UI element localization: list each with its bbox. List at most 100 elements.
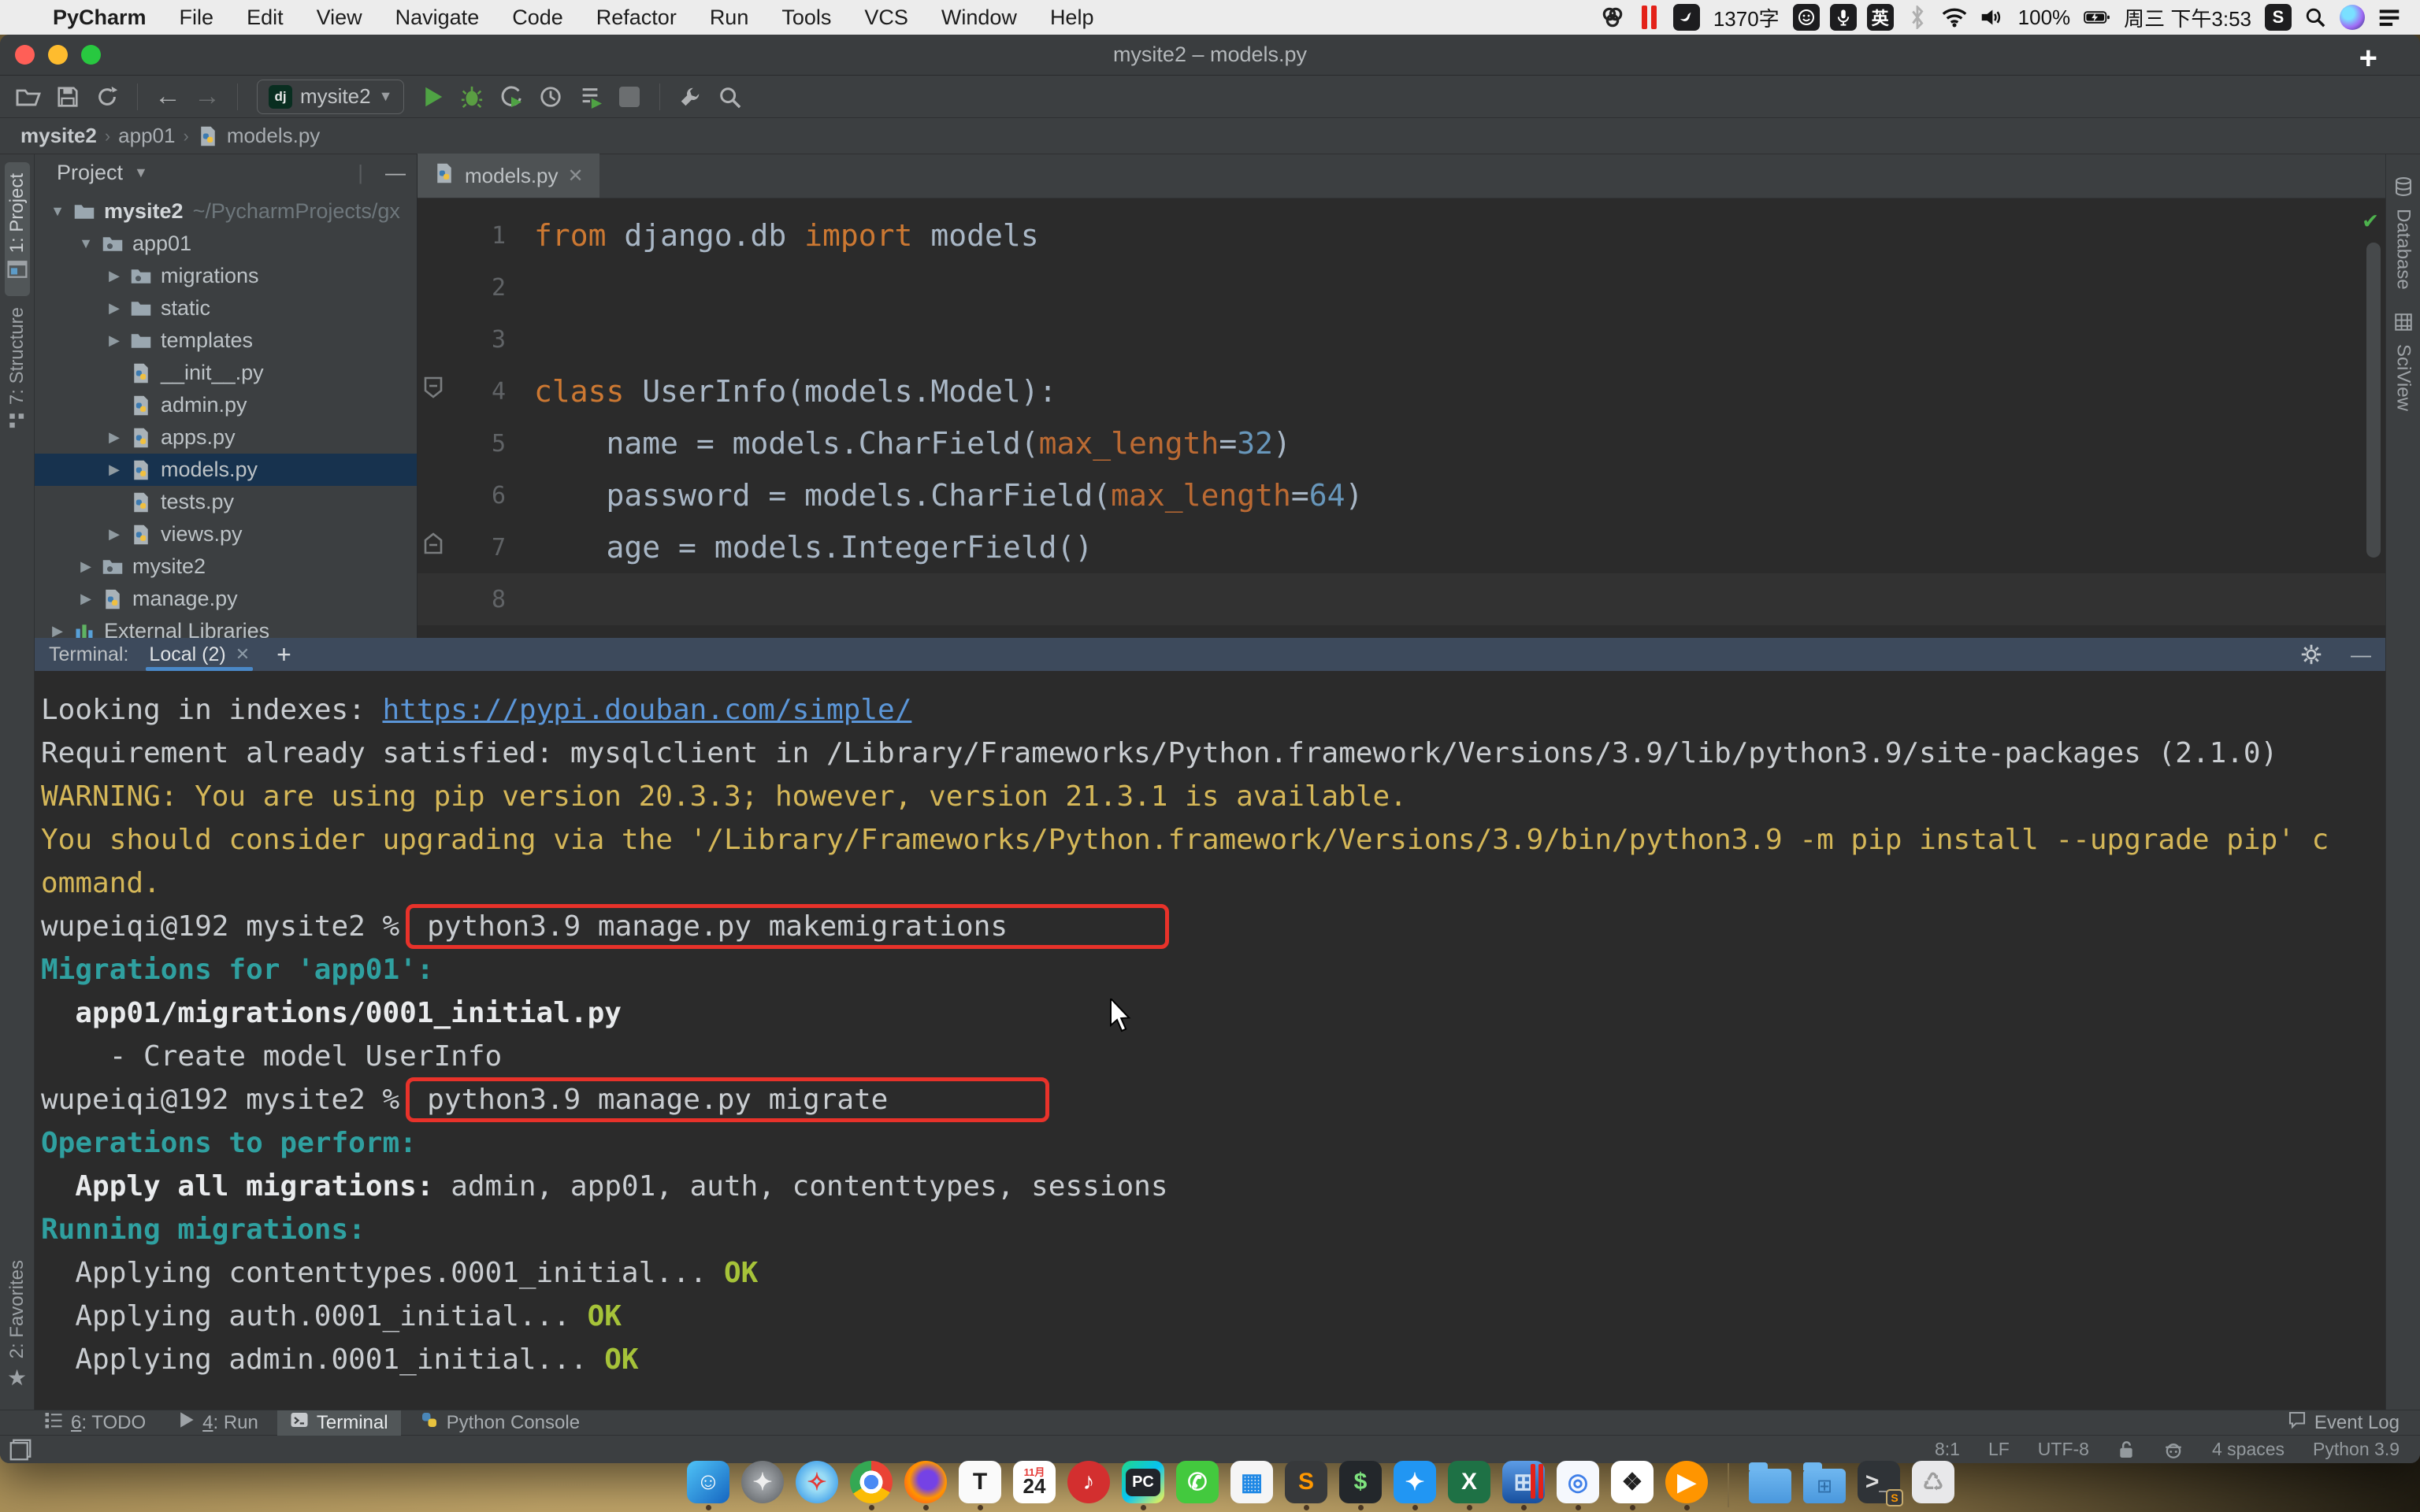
run-button[interactable]	[415, 80, 450, 114]
dictation-mic-icon[interactable]	[1830, 4, 1857, 31]
tree-item-app01[interactable]: ▼app01	[35, 228, 417, 260]
tree-item-apps-py[interactable]: ▶apps.py	[35, 421, 417, 454]
volume-icon[interactable]	[1978, 4, 2005, 31]
menu-navigate[interactable]: Navigate	[379, 6, 496, 30]
hector-inspector-icon[interactable]	[2163, 1440, 2184, 1460]
terminal-output[interactable]: Looking in indexes: https://pypi.douban.…	[35, 671, 2385, 1410]
hide-panel-icon[interactable]: —	[385, 161, 406, 185]
python-interpreter[interactable]: Python 3.9	[2313, 1439, 2400, 1460]
rerun-button[interactable]	[573, 80, 607, 114]
dock-item-trash[interactable]: ♺	[1912, 1461, 1954, 1510]
typora-icon[interactable]: T	[959, 1461, 1001, 1503]
chevron-down-icon[interactable]: ▼	[134, 165, 148, 181]
folder-downloads-icon[interactable]	[1749, 1469, 1791, 1503]
open-project-button[interactable]	[11, 80, 46, 114]
add-tab-icon[interactable]: +	[2359, 41, 2377, 76]
menu-edit[interactable]: Edit	[230, 6, 300, 30]
menu-refactor[interactable]: Refactor	[580, 6, 693, 30]
tree-item-tests-py[interactable]: tests.py	[35, 486, 417, 518]
dock-item-tv-app[interactable]: ▶	[1665, 1461, 1708, 1510]
collapsed-arrow-icon[interactable]: ▶	[101, 300, 128, 317]
chrome-icon[interactable]	[850, 1461, 893, 1503]
status-text[interactable]: 周三 下午3:53	[2121, 3, 2255, 32]
status-text[interactable]: 100%	[2015, 6, 2074, 30]
trash-icon[interactable]: ♺	[1912, 1461, 1954, 1503]
excel-icon[interactable]: X	[1448, 1461, 1490, 1503]
dock-item-cloud-app[interactable]: ◎	[1557, 1461, 1599, 1510]
profiler-button[interactable]	[533, 80, 568, 114]
menu-help[interactable]: Help	[1034, 6, 1111, 30]
menu-file[interactable]: File	[163, 6, 231, 30]
expanded-arrow-icon[interactable]: ▼	[72, 235, 99, 252]
tool-stripe-project[interactable]: 1: Project	[5, 162, 30, 296]
save-all-button[interactable]	[50, 80, 85, 114]
caret-position[interactable]: 8:1	[1935, 1439, 1960, 1460]
cloud-app-icon[interactable]: ◎	[1557, 1461, 1599, 1503]
dock-item-pycharm[interactable]: PC	[1122, 1461, 1164, 1510]
breadcrumb-item-app01[interactable]: app01	[118, 124, 175, 148]
collapsed-arrow-icon[interactable]: ▶	[101, 461, 128, 478]
menu-run[interactable]: Run	[693, 6, 766, 30]
new-terminal-icon[interactable]: +	[270, 640, 298, 669]
control-center-icon[interactable]	[2376, 4, 2403, 31]
tree-item-views-py[interactable]: ▶views.py	[35, 518, 417, 550]
menu-view[interactable]: View	[300, 6, 379, 30]
terminal-icon[interactable]: $	[1339, 1461, 1382, 1503]
status-text[interactable]: 1370字	[1710, 3, 1783, 32]
editor-tab-models-py[interactable]: models.py ✕	[418, 154, 599, 198]
dock-item-netease-music[interactable]: ♪	[1067, 1461, 1110, 1510]
bluetooth-icon[interactable]	[1904, 4, 1931, 31]
dock-item-calendar[interactable]: 11月24	[1013, 1461, 1056, 1510]
toolwindow-button-run[interactable]: 4: Run	[165, 1410, 271, 1436]
pycharm-icon[interactable]: PC	[1122, 1461, 1164, 1503]
wechat-icon[interactable]: ✆	[1176, 1461, 1219, 1503]
tool-stripe-sciview[interactable]: SciView	[2391, 301, 2416, 422]
breadcrumb-item-mysite2[interactable]: mysite2	[20, 124, 97, 148]
dock-item-recent-terminal[interactable]: >_S	[1858, 1461, 1900, 1510]
tie-app-icon[interactable]: ❖	[1611, 1461, 1654, 1503]
dingtalk-icon[interactable]: ✦	[1394, 1461, 1436, 1503]
tree-item-migrations[interactable]: ▶migrations	[35, 260, 417, 292]
netease-music-icon[interactable]: ♪	[1067, 1461, 1110, 1503]
breadcrumb-item-models.py[interactable]: models.py	[227, 124, 321, 148]
dock-item-terminal[interactable]: $	[1339, 1461, 1382, 1510]
tree-item-admin-py[interactable]: admin.py	[35, 389, 417, 421]
folder-windows-icon[interactable]: ⊞	[1803, 1469, 1846, 1503]
tree-item-static[interactable]: ▶static	[35, 292, 417, 324]
dock-item-safari[interactable]: ✧	[796, 1461, 838, 1510]
bird-app-icon[interactable]	[1673, 4, 1700, 31]
keynote-icon[interactable]: ▦	[1230, 1461, 1273, 1503]
wifi-icon[interactable]	[1941, 4, 1968, 31]
tool-stripe-favorites[interactable]: 2: Favorites★	[5, 1249, 30, 1402]
input-lang-icon[interactable]: 英	[1867, 4, 1894, 31]
collapsed-arrow-icon[interactable]: ▶	[72, 558, 99, 575]
tree-item-models-py[interactable]: ▶models.py	[35, 454, 417, 486]
fold-marker-icon[interactable]	[424, 532, 443, 561]
menu-code[interactable]: Code	[496, 6, 580, 30]
dock-item-tie-app[interactable]: ❖	[1611, 1461, 1654, 1510]
terminal-gear-icon[interactable]	[2300, 643, 2322, 665]
expanded-arrow-icon[interactable]: ▼	[44, 203, 71, 220]
collapsed-arrow-icon[interactable]: ▶	[101, 429, 128, 446]
tool-stripe-structure[interactable]: 7: Structure	[5, 296, 30, 448]
spotlight-icon[interactable]	[2302, 4, 2329, 31]
parallels-icon[interactable]: ⊞	[1502, 1461, 1545, 1503]
firefox-icon[interactable]	[904, 1461, 947, 1503]
tree-item-mysite2[interactable]: ▼mysite2~/PycharmProjects/gx	[35, 195, 417, 228]
toolwindow-button-pythonconsole[interactable]: Python Console	[407, 1410, 592, 1436]
tree-item---init---py[interactable]: __init__.py	[35, 357, 417, 389]
indent-setting[interactable]: 4 spaces	[2212, 1439, 2285, 1460]
wrench-button[interactable]	[673, 80, 707, 114]
close-terminal-tab-icon[interactable]: ✕	[236, 644, 250, 665]
sublime-text-icon[interactable]: S	[1285, 1461, 1327, 1503]
tree-item-mysite2[interactable]: ▶mysite2	[35, 550, 417, 583]
calendar-icon[interactable]: 11月24	[1013, 1461, 1056, 1503]
siri-icon[interactable]	[2339, 4, 2366, 31]
lock-icon[interactable]	[2118, 1440, 2135, 1460]
sync-button[interactable]	[90, 80, 124, 114]
launchpad-icon[interactable]: ✦	[741, 1461, 784, 1503]
dock-item-keynote[interactable]: ▦	[1230, 1461, 1273, 1510]
toolwindow-button-terminal[interactable]: Terminal	[277, 1410, 401, 1436]
collapsed-arrow-icon[interactable]: ▶	[101, 332, 128, 349]
toggle-toolwindows-icon[interactable]	[9, 1439, 32, 1461]
